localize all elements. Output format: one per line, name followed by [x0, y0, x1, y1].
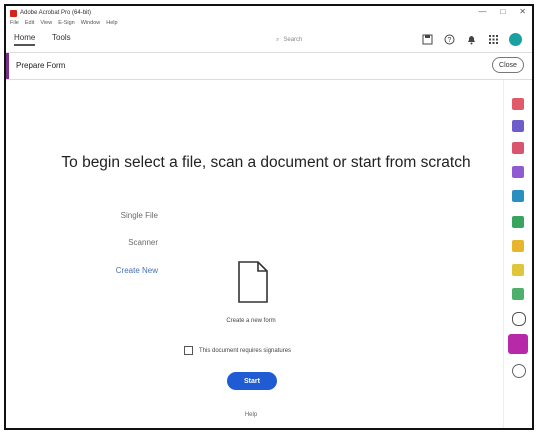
- start-button[interactable]: Start: [227, 372, 277, 390]
- document-icon: [238, 261, 268, 303]
- export-icon[interactable]: [512, 190, 524, 202]
- export-pdf-icon[interactable]: [512, 98, 524, 110]
- signatures-checkbox-label: This document requires signatures: [199, 347, 292, 354]
- app-window: Adobe Acrobat Pro (64-bit) — □ ✕ File Ed…: [4, 4, 534, 430]
- menu-edit[interactable]: Edit: [25, 20, 34, 26]
- signatures-checkbox[interactable]: [184, 346, 193, 355]
- menu-window[interactable]: Window: [81, 20, 101, 26]
- create-form-label: Create a new form: [226, 318, 276, 324]
- search-placeholder: Search: [283, 37, 303, 43]
- svg-text:?: ?: [447, 37, 451, 44]
- edit-pdf-icon[interactable]: [512, 142, 524, 154]
- apps-grid-icon[interactable]: [487, 34, 499, 46]
- option-create-new[interactable]: Create New: [78, 266, 158, 275]
- prepare-form-icon[interactable]: [508, 334, 528, 354]
- menu-help[interactable]: Help: [106, 20, 117, 26]
- option-scanner[interactable]: Scanner: [78, 238, 158, 247]
- window-title: Adobe Acrobat Pro (64-bit): [20, 10, 92, 16]
- tab-tools[interactable]: Tools: [52, 33, 71, 42]
- search-input[interactable]: ⌕ Search: [276, 34, 376, 46]
- menu-file[interactable]: File: [10, 20, 19, 26]
- tabs-bar: Home Tools ⌕ Search ?: [6, 30, 532, 53]
- minimize-button[interactable]: —: [478, 7, 486, 16]
- shield-icon[interactable]: [512, 312, 526, 326]
- tools-rail: [503, 80, 532, 428]
- comment-icon[interactable]: [512, 240, 524, 252]
- maximize-button[interactable]: □: [500, 7, 505, 16]
- tab-home[interactable]: Home: [14, 33, 36, 46]
- acrobat-logo-icon: [10, 9, 17, 17]
- fill-sign-icon[interactable]: [512, 166, 524, 178]
- form-bar-title: Prepare Form: [16, 61, 66, 70]
- redact-icon[interactable]: [512, 264, 524, 276]
- option-single-file[interactable]: Single File: [78, 211, 158, 220]
- organize-icon[interactable]: [512, 216, 524, 228]
- signatures-checkbox-row[interactable]: This document requires signatures: [184, 346, 291, 355]
- prepare-form-bar: Prepare Form Close: [6, 53, 532, 80]
- help-icon[interactable]: ?: [443, 34, 455, 46]
- accent-strip: [6, 53, 9, 79]
- close-window-button[interactable]: ✕: [519, 7, 526, 16]
- protect-icon[interactable]: [512, 288, 524, 300]
- page-title: To begin select a file, scan a document …: [61, 154, 471, 171]
- window-controls: — □ ✕: [478, 7, 526, 16]
- bell-icon[interactable]: [465, 34, 477, 46]
- top-toolbar: ?: [421, 33, 522, 46]
- save-icon[interactable]: [421, 34, 433, 46]
- help-link[interactable]: Help: [231, 412, 271, 418]
- menu-view[interactable]: View: [40, 20, 52, 26]
- close-tool-button[interactable]: Close: [492, 57, 524, 73]
- menu-esign[interactable]: E-Sign: [58, 20, 75, 26]
- share-icon[interactable]: [512, 364, 526, 378]
- combine-icon[interactable]: [512, 120, 524, 132]
- title-bar: Adobe Acrobat Pro (64-bit) — □ ✕: [6, 6, 532, 20]
- search-icon: ⌕: [276, 36, 280, 43]
- menu-bar: File Edit View E-Sign Window Help: [10, 20, 118, 26]
- avatar[interactable]: [509, 33, 522, 46]
